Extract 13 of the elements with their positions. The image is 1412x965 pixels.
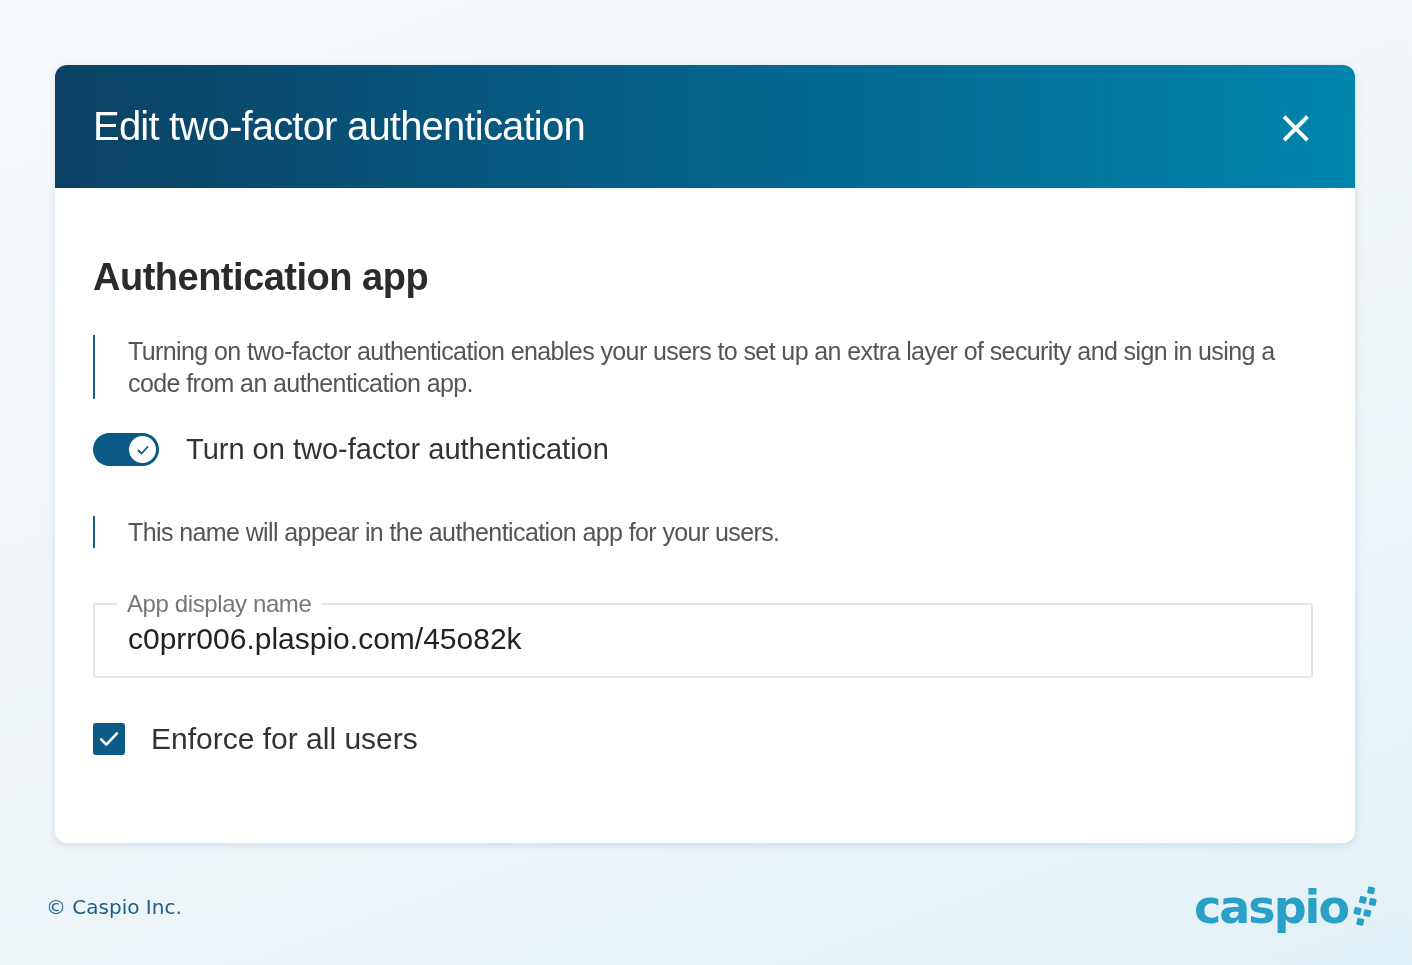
close-button[interactable]: × [1274, 103, 1317, 150]
toggle-switch[interactable] [93, 433, 159, 466]
logo-squares-icon [1352, 885, 1378, 929]
dialog-title: Edit two-factor authentication [93, 104, 585, 149]
section-heading: Authentication app [93, 256, 430, 299]
enforce-checkbox[interactable] [93, 723, 125, 755]
copyright-text: © Caspio Inc. [46, 895, 182, 919]
description-text: Turning on two-factor authentication enables your users to set up an extra layer of security and sign in using a code from an authentication app. [93, 335, 1313, 399]
name-hint-text: This name will appear in the authentication app for your users. [93, 516, 1313, 548]
logo-text: caspio [1194, 880, 1348, 934]
checkbox-label: Enforce for all users [151, 722, 418, 756]
toggle-label: Turn on two-factor authentication [186, 433, 609, 466]
field-label: App display name [126, 590, 313, 618]
